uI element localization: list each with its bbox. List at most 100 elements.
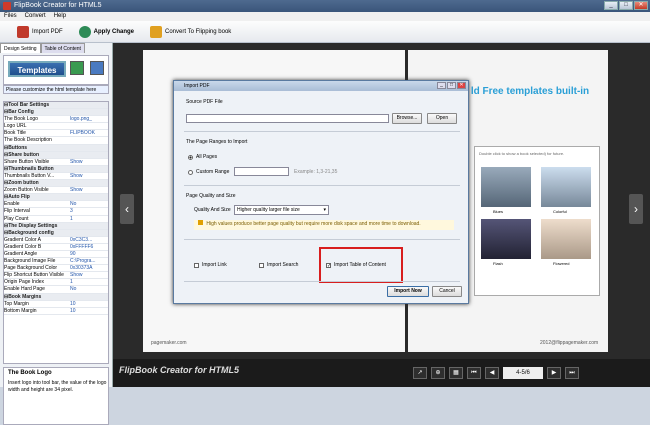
property-row[interactable]: ⊟Zoom button [4, 180, 108, 188]
property-value[interactable]: 1 [70, 279, 108, 285]
property-row[interactable]: Flip Interval 3 [4, 208, 108, 216]
property-value[interactable]: Show [70, 159, 108, 165]
all-pages-radio[interactable] [188, 155, 193, 160]
property-value[interactable]: 3 [70, 208, 108, 214]
import-link-checkbox[interactable] [194, 263, 199, 268]
property-value[interactable]: 1 [70, 216, 108, 222]
property-row[interactable]: ⊟Share button [4, 151, 108, 159]
property-value[interactable]: 10 [70, 301, 108, 307]
property-row[interactable]: The Book Description [4, 137, 108, 145]
property-row[interactable]: ⊟Auto Flip [4, 194, 108, 202]
import-pdf-button[interactable]: Import PDF [12, 23, 68, 41]
property-row[interactable]: Background Image File C:\Progra... [4, 258, 108, 266]
source-path-input[interactable] [186, 114, 389, 123]
property-row[interactable]: Zoom Button Visible Show [4, 187, 108, 195]
property-grid[interactable]: ⊟Tool Bar Settings ⊟Bar Config The Book … [3, 101, 109, 364]
property-value[interactable]: Show [70, 272, 108, 278]
property-value[interactable] [70, 145, 108, 151]
tab-table-of-content[interactable]: Table of Content [40, 43, 85, 53]
next-page-icon[interactable]: ▶ [547, 367, 561, 379]
custom-range-input[interactable] [234, 167, 289, 176]
first-page-icon[interactable]: ⏮ [467, 367, 481, 379]
property-value[interactable] [70, 166, 108, 172]
convert-button[interactable]: Convert To Flipping book [145, 23, 236, 41]
property-row[interactable]: ⊟The Display Settings [4, 222, 108, 230]
property-value[interactable]: 0xC3C3... [70, 237, 108, 243]
property-row[interactable]: Gradient Color B 0xFFFFF6 [4, 244, 108, 251]
property-value[interactable] [70, 123, 108, 129]
dialog-minimize-button[interactable]: _ [437, 82, 446, 89]
property-value[interactable] [70, 137, 108, 143]
zoom-icon[interactable]: ⊕ [431, 367, 445, 379]
templates-button[interactable]: Templates [8, 61, 66, 77]
property-row[interactable]: Top Margin 10 [4, 301, 108, 308]
property-value[interactable]: Show [70, 187, 108, 193]
property-value[interactable] [70, 230, 108, 236]
menu-convert[interactable]: Convert [25, 12, 46, 21]
quality-select[interactable]: Higher quality larger file size ▾ [234, 205, 329, 215]
apply-change-button[interactable]: Apply Change [74, 23, 139, 41]
property-row[interactable]: Origin Page Index 1 [4, 279, 108, 287]
property-row[interactable]: Logo URL [4, 123, 108, 131]
property-row[interactable]: Bottom Margin 10 [4, 308, 108, 315]
property-value[interactable] [70, 223, 108, 229]
dialog-close-button[interactable]: ✕ [457, 82, 466, 89]
property-row[interactable]: Flip Shortcut Button Visible Show [4, 272, 108, 280]
page-indicator[interactable]: 4-5/6 [503, 367, 543, 379]
save-icon[interactable] [90, 61, 104, 75]
property-value[interactable]: 0xFFFFF6 [70, 244, 108, 250]
prev-page-arrow[interactable]: ‹ [120, 194, 134, 224]
property-value[interactable] [70, 102, 108, 108]
share-icon[interactable]: ↗ [413, 367, 427, 379]
minimize-button[interactable]: _ [604, 1, 618, 10]
maximize-button[interactable]: □ [619, 1, 633, 10]
property-row[interactable]: Enable Hard Page No [4, 286, 108, 294]
tab-design-setting[interactable]: Design Setting [0, 43, 41, 53]
cancel-button[interactable]: Cancel [432, 286, 462, 297]
menu-help[interactable]: Help [54, 12, 66, 21]
custom-range-radio[interactable] [188, 170, 193, 175]
next-page-arrow[interactable]: › [629, 194, 643, 224]
property-value[interactable]: 0x30373A [70, 265, 108, 271]
property-value[interactable]: No [70, 286, 108, 292]
property-row[interactable]: Enable No [4, 201, 108, 209]
property-row[interactable]: Play Count 1 [4, 216, 108, 223]
last-page-icon[interactable]: ⏭ [565, 367, 579, 379]
property-row[interactable]: Page Background Color 0x30373A [4, 265, 108, 273]
dialog-maximize-button[interactable]: □ [447, 82, 456, 89]
import-now-button[interactable]: Import Now [387, 286, 429, 297]
browse-button[interactable]: Browse... [392, 113, 422, 124]
property-value[interactable]: 90 [70, 251, 108, 257]
property-row[interactable]: ⊟Thumbnails Button [4, 165, 108, 173]
open-button[interactable]: Open [427, 113, 457, 124]
prev-page-icon[interactable]: ◀ [485, 367, 499, 379]
property-value[interactable]: FLIPBOOK [70, 130, 108, 136]
property-row[interactable]: ⊟Tool Bar Settings [4, 102, 108, 110]
property-row[interactable]: Thumbnails Button V... Show [4, 173, 108, 181]
import-search-checkbox[interactable] [259, 263, 264, 268]
property-value[interactable]: Show [70, 173, 108, 179]
property-value[interactable]: No [70, 201, 108, 207]
property-row[interactable]: ⊟Background config [4, 229, 108, 237]
property-row[interactable]: ⊟Book Margins [4, 293, 108, 301]
property-value[interactable] [70, 194, 108, 200]
template-icon[interactable] [70, 61, 84, 75]
property-value[interactable] [70, 152, 108, 158]
property-value[interactable] [70, 294, 108, 300]
property-row[interactable]: ⊟Bar Config [4, 109, 108, 117]
menu-files[interactable]: Files [4, 12, 17, 21]
thumbnails-icon[interactable]: ▦ [449, 367, 463, 379]
property-value[interactable] [70, 180, 108, 186]
property-row[interactable]: ⊟Buttons [4, 144, 108, 152]
property-row[interactable]: Share Button Visible Show [4, 159, 108, 166]
close-button[interactable]: ✕ [634, 1, 648, 10]
property-row[interactable]: Gradient Color A 0xC3C3... [4, 237, 108, 244]
property-row[interactable]: Book Title FLIPBOOK [4, 130, 108, 138]
property-key: Background Image File [4, 258, 56, 265]
property-value[interactable]: C:\Progra... [70, 258, 108, 264]
property-value[interactable]: logo.png_ [70, 116, 108, 122]
property-row[interactable]: The Book Logo logo.png_ [4, 116, 108, 124]
property-value[interactable] [70, 109, 108, 115]
property-row[interactable]: Gradient Angle 90 [4, 251, 108, 259]
property-value[interactable]: 10 [70, 308, 108, 314]
